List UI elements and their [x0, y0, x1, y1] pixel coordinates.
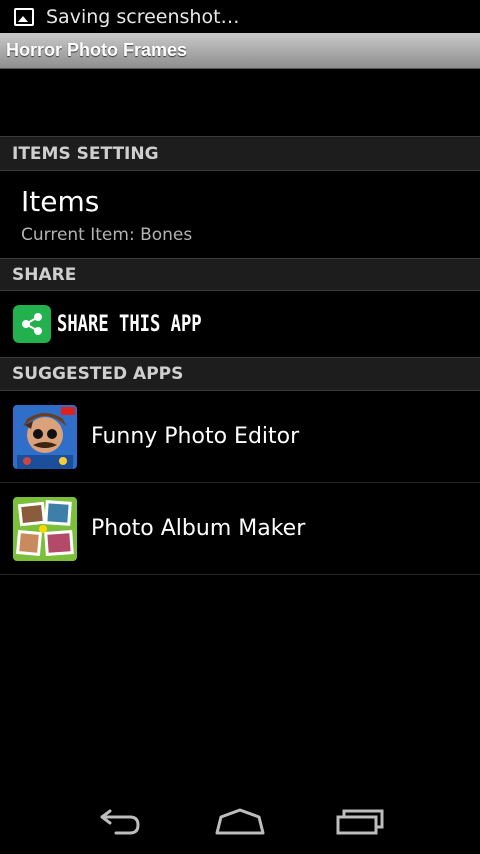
- share-icon: [13, 305, 51, 343]
- app-label: Funny Photo Editor: [91, 424, 300, 449]
- suggested-app-photo-album-maker[interactable]: Photo Album Maker: [0, 483, 480, 575]
- suggested-app-funny-photo-editor[interactable]: Funny Photo Editor: [0, 391, 480, 483]
- back-icon: [100, 809, 140, 835]
- home-button[interactable]: [210, 802, 270, 842]
- section-title: SUGGESTED APPS: [12, 364, 184, 384]
- app-label: Photo Album Maker: [91, 516, 306, 541]
- items-setting-row[interactable]: Items Current Item: Bones: [0, 171, 480, 258]
- items-title: Items: [21, 185, 100, 218]
- navigation-bar: [0, 790, 480, 854]
- share-app-row[interactable]: SHARE THIS APP: [0, 291, 480, 357]
- back-button[interactable]: [90, 802, 150, 842]
- section-header-suggested-apps: SUGGESTED APPS: [0, 357, 480, 391]
- section-title: ITEMS SETTING: [12, 143, 159, 164]
- funny-photo-editor-icon: [13, 404, 77, 469]
- title-bar: Horror Photo Frames: [0, 33, 480, 69]
- recents-icon: [336, 809, 384, 835]
- section-header-items-setting: ITEMS SETTING: [0, 136, 480, 171]
- home-icon: [215, 808, 265, 835]
- app-title: Horror Photo Frames: [6, 40, 188, 60]
- section-header-share: SHARE: [0, 258, 480, 291]
- image-icon: [14, 7, 34, 26]
- current-item-label: Current Item: Bones: [21, 225, 193, 245]
- status-text: Saving screenshot…: [46, 5, 240, 28]
- recents-button[interactable]: [330, 802, 390, 842]
- share-app-label: SHARE THIS APP: [57, 311, 202, 337]
- status-bar: Saving screenshot…: [0, 0, 480, 33]
- photo-album-maker-icon: [13, 496, 77, 561]
- section-title: SHARE: [12, 264, 77, 285]
